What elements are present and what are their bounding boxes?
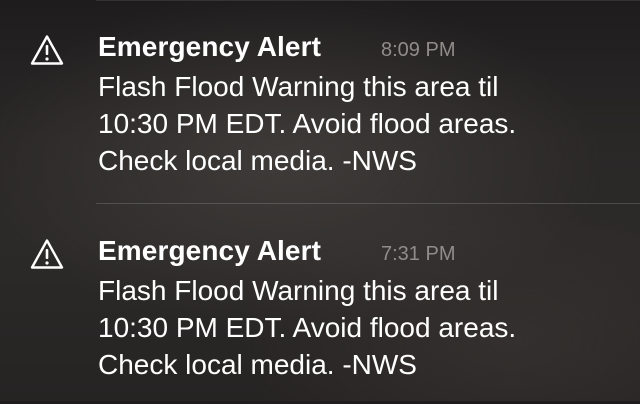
notification-time: 7:31 PM [381, 243, 456, 265]
notification-body-line: 10:30 PM EDT. Avoid flood areas. [98, 108, 517, 139]
notification-title: Emergency Alert [98, 235, 321, 266]
notification-emergency-alert-1[interactable]: Emergency Alert 8:09 PM Flash Flood Warn… [0, 10, 640, 200]
notification-body-line: Flash Flood Warning this area til [98, 275, 499, 306]
notification-divider [96, 203, 640, 204]
warning-triangle-icon [30, 238, 64, 270]
notification-emergency-alert-2[interactable]: Emergency Alert 7:31 PM Flash Flood Warn… [0, 214, 640, 404]
notification-body-line: 10:30 PM EDT. Avoid flood areas. [98, 312, 517, 343]
top-divider [96, 0, 640, 1]
notification-time: 8:09 PM [381, 39, 456, 61]
notification-body-line: Check local media. -NWS [98, 349, 417, 380]
notification-title: Emergency Alert [98, 31, 321, 62]
notification-body-line: Check local media. -NWS [98, 145, 417, 176]
notification-body-line: Flash Flood Warning this area til [98, 71, 499, 102]
warning-triangle-icon [30, 34, 64, 66]
